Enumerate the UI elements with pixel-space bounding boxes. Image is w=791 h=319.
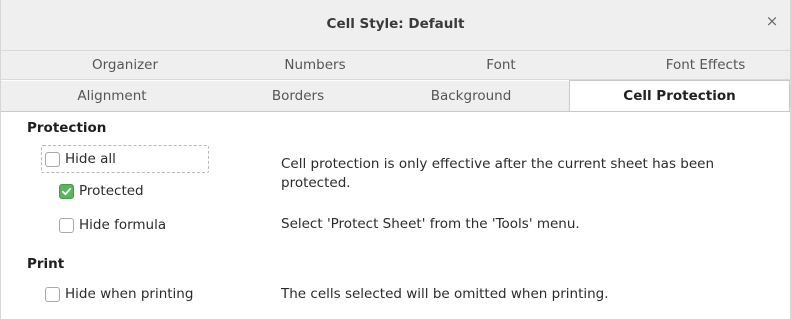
tab-background[interactable]: Background xyxy=(373,81,569,111)
protection-hint-text: Select 'Protect Sheet' from the 'Tools' … xyxy=(281,216,580,232)
hide-when-printing-checkbox[interactable]: Hide when printing xyxy=(45,280,193,308)
print-info-text: The cells selected will be omitted when … xyxy=(281,286,609,302)
protected-checkbox[interactable]: Protected xyxy=(59,177,144,205)
hide-when-printing-box[interactable] xyxy=(45,286,60,302)
hide-formula-label: Hide formula xyxy=(79,217,167,233)
hide-all-box[interactable] xyxy=(45,151,60,167)
title-bar: Cell Style: Default × xyxy=(1,0,790,51)
tab-font[interactable]: Font xyxy=(381,51,621,79)
dialog-title: Cell Style: Default xyxy=(326,16,465,32)
hide-all-checkbox[interactable]: Hide all xyxy=(41,145,209,173)
close-icon[interactable]: × xyxy=(763,12,781,30)
protected-label: Protected xyxy=(79,183,144,199)
cell-style-dialog: Cell Style: Default × Organizer Numbers … xyxy=(0,0,791,319)
tab-cell-protection[interactable]: Cell Protection xyxy=(569,80,790,111)
tab-organizer[interactable]: Organizer xyxy=(1,51,249,79)
tab-row-2: Alignment Borders Background Cell Protec… xyxy=(1,80,790,112)
protection-heading: Protection xyxy=(27,120,107,136)
tab-font-effects[interactable]: Font Effects xyxy=(621,51,790,79)
tab-row-1: Organizer Numbers Font Font Effects xyxy=(1,51,790,80)
tab-borders[interactable]: Borders xyxy=(223,81,373,111)
tab-alignment[interactable]: Alignment xyxy=(1,81,223,111)
print-heading: Print xyxy=(27,256,65,272)
tab-numbers[interactable]: Numbers xyxy=(249,51,381,79)
hide-when-printing-label: Hide when printing xyxy=(65,286,194,302)
hide-formula-checkbox[interactable]: Hide formula xyxy=(59,211,166,239)
hide-formula-box[interactable] xyxy=(59,217,74,233)
checkmark-icon[interactable] xyxy=(59,183,74,199)
protection-info-text: Cell protection is only effective after … xyxy=(281,156,715,191)
hide-all-label: Hide all xyxy=(65,151,116,167)
